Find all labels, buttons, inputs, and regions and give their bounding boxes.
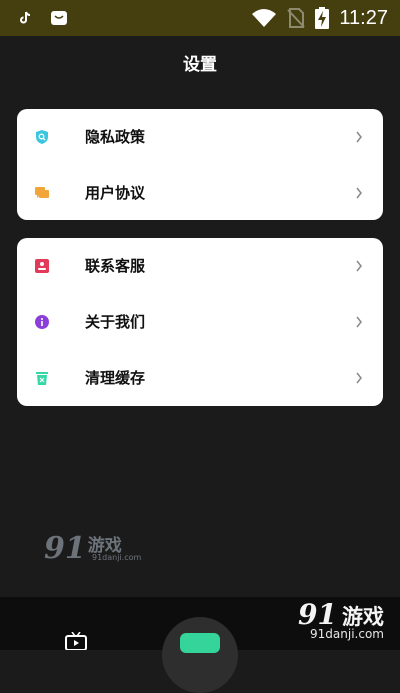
chevron-right-icon	[356, 372, 362, 384]
menu-item-user-agreement[interactable]: 用户协议	[17, 165, 383, 221]
status-bar: 11:27	[0, 0, 400, 36]
chevron-right-icon	[356, 131, 362, 143]
menu-item-label: 清理缓存	[85, 369, 146, 387]
chevron-right-icon	[356, 187, 362, 199]
shield-search-icon	[36, 130, 48, 144]
tv-tab-icon[interactable]	[62, 632, 90, 650]
watermark-url: 91danji.com	[92, 553, 142, 562]
contact-card-icon	[35, 259, 49, 273]
app-notification-icon	[51, 11, 67, 25]
watermark-logo: 91 游戏 91danji.com	[44, 531, 141, 566]
menu-item-about-us[interactable]: 关于我们	[17, 294, 383, 350]
menu-item-label: 用户协议	[85, 184, 146, 202]
info-icon	[35, 315, 49, 329]
menu-item-label: 隐私政策	[85, 128, 146, 146]
tiktok-icon	[20, 11, 31, 24]
settings-card-1: 隐私政策 用户协议	[17, 109, 383, 220]
corner-watermark-game-text: 游戏	[342, 605, 384, 629]
status-time: 11:27	[339, 6, 388, 29]
watermark-brand: 91	[44, 531, 86, 566]
camera-icon	[180, 633, 220, 653]
menu-item-contact-support[interactable]: 联系客服	[17, 238, 383, 294]
page-title: 设置	[183, 55, 217, 75]
menu-item-label: 关于我们	[85, 313, 146, 331]
corner-watermark-url: 91danji.com	[310, 627, 384, 641]
menu-item-label: 联系客服	[85, 257, 146, 275]
trash-icon	[36, 372, 48, 385]
no-sim-icon	[287, 8, 306, 28]
battery-charging-icon	[315, 7, 330, 29]
center-action-button[interactable]	[162, 617, 238, 693]
settings-card-2: 联系客服 关于我们 清理缓存	[17, 238, 383, 406]
wifi-icon	[252, 9, 277, 27]
chat-bubbles-icon	[35, 187, 49, 198]
chevron-right-icon	[356, 260, 362, 272]
menu-item-clear-cache[interactable]: 清理缓存	[17, 350, 383, 406]
corner-watermark-logo: 91 游戏 91danji.com	[298, 598, 384, 641]
chevron-right-icon	[356, 316, 362, 328]
menu-item-privacy-policy[interactable]: 隐私政策	[17, 109, 383, 165]
